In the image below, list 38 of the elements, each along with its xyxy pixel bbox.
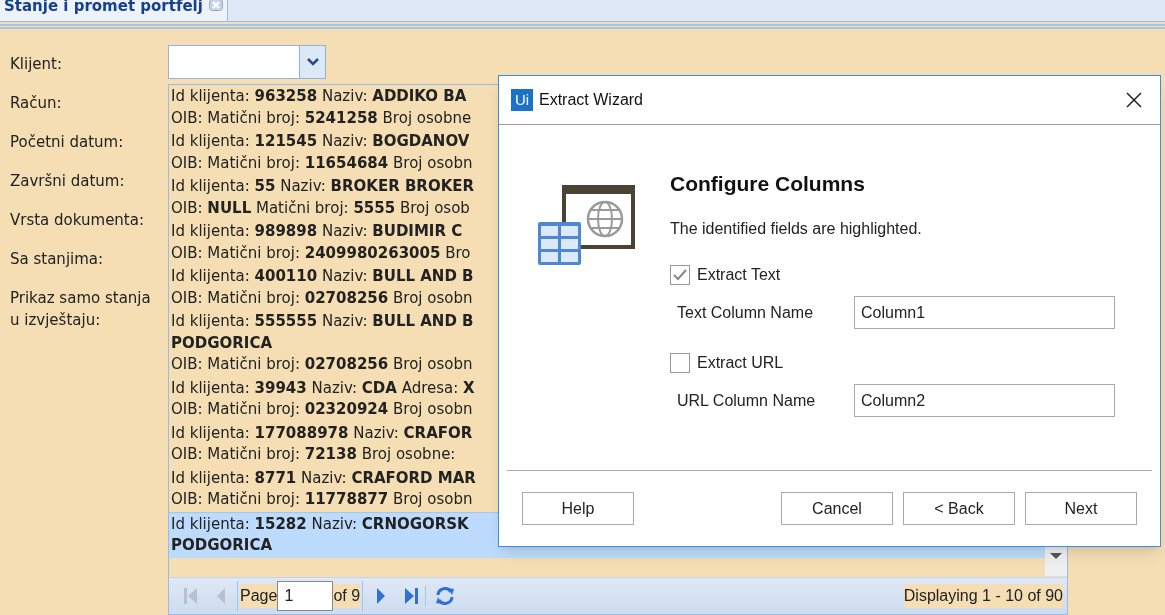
option-text: Id klijenta: 8771 Naziv: CRAFORD MAR: [171, 467, 476, 489]
option-text: Id klijenta: 121545 Naziv: BOGDANOV: [171, 131, 470, 152]
form-label: Završni datum:: [10, 171, 125, 192]
display-count: Displaying 1 - 10 of 90: [903, 584, 1063, 608]
option-text: Id klijenta: 55 Naziv: BROKER BROKER: [171, 176, 475, 197]
form-label: Početni datum:: [10, 132, 124, 153]
field-label: URL Column Name: [676, 390, 817, 411]
dialog-heading: Configure Columns: [670, 171, 866, 197]
option-text: OIB: Matični broj: 72138 Broj osobne:: [171, 444, 456, 465]
option-text: Id klijenta: 15282 Naziv: CRNOGORSK: [171, 513, 469, 535]
option-text: Id klijenta: 555555 Naziv: BULL AND B: [171, 311, 474, 332]
page-label: Page: [240, 584, 278, 608]
dialog-description: The identified fields are highlighted.: [670, 219, 923, 239]
option-text: Id klijenta: 963258 Naziv: ADDIKO BA: [171, 86, 467, 107]
option-text: PODGORICA: [171, 535, 272, 556]
field-label: Text Column Name: [676, 302, 815, 323]
tab-label: Stanje i promet portfelj: [4, 0, 203, 15]
option-text: OIB: Matični broj: 5241258 Broj osobne: [171, 107, 472, 129]
form-label: Klijent:: [10, 54, 62, 75]
form-label: Sa stanjima:: [10, 249, 104, 270]
option-text: OIB: Matični broj: 11778877 Broj osobn: [171, 489, 473, 510]
option-text: Id klijenta: 400110 Naziv: BULL AND B: [171, 266, 474, 287]
option-text: Id klijenta: 39943 Naziv: CDA Adresa: X: [171, 377, 475, 399]
form-label: Račun:: [10, 93, 62, 114]
option-text: OIB: Matični broj: 02708256 Broj osobn: [171, 287, 473, 309]
page-count-label: of 9: [333, 584, 361, 608]
form-label: Prikaz samo stanja u izvještaju:: [10, 288, 152, 331]
form-label: Vrsta dokumenta:: [10, 210, 144, 231]
option-text: Id klijenta: 177088978 Naziv: CRAFOR: [171, 422, 473, 444]
option-text: OIB: NULL Matični broj: 5555 Broj osob: [171, 197, 470, 219]
app-logo: Ui: [511, 89, 533, 111]
option-text: PODGORICA: [171, 332, 272, 354]
option-text: OIB: Matični broj: 02320924 Broj osobn: [171, 399, 473, 420]
option-text: OIB: Matični broj: 11654684 Broj osobn: [171, 152, 473, 174]
window-title: Extract Wizard: [539, 90, 643, 110]
option-text: OIB: Matični broj: 02708256 Broj osobn: [171, 354, 473, 375]
option-text: OIB: Matični broj: 2409980263005 Bro: [171, 242, 471, 264]
option-text: Id klijenta: 989898 Naziv: BUDIMIR C: [171, 221, 463, 242]
